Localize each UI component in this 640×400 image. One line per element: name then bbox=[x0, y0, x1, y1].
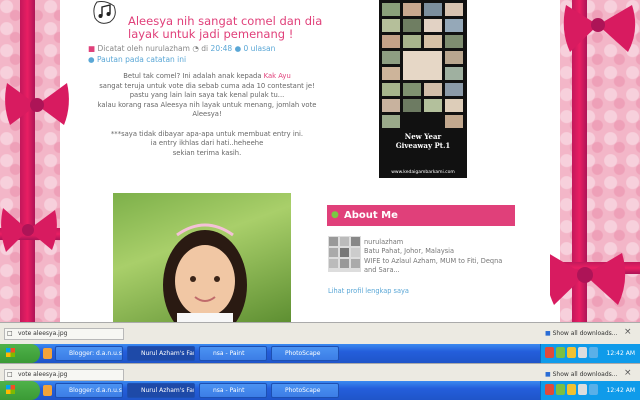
post-body: Betul tak comel? Ini adalah anak kepada … bbox=[88, 72, 326, 158]
taskbar-button-blogger[interactable]: Blogger: d.a.n.u.s.a.l. bbox=[55, 346, 123, 361]
bow-right-bottom-icon bbox=[546, 253, 626, 305]
download-item[interactable]: □ vote aleesya.jpg bbox=[4, 369, 124, 381]
author-icon: ■ bbox=[88, 44, 96, 53]
close-downloads-button[interactable]: × bbox=[624, 327, 632, 337]
post-body-line: Betul tak comel? Ini adalah anak kepada … bbox=[123, 72, 291, 80]
taskbar-button-photoscape[interactable]: PhotoScape bbox=[271, 383, 339, 398]
strawberry-icon: ● bbox=[331, 210, 339, 220]
post-photo-girl bbox=[113, 193, 291, 322]
clock[interactable]: 12:42 AM bbox=[607, 381, 635, 400]
taskbar-button-photoscape[interactable]: PhotoScape bbox=[271, 346, 339, 361]
permalink[interactable]: Pautan pada catatan ini bbox=[97, 55, 186, 64]
tray-icon[interactable] bbox=[556, 347, 565, 358]
windows-logo-icon bbox=[6, 385, 15, 394]
screenshot-root: Aleesya nih sangat comel dan dia layak u… bbox=[0, 0, 640, 400]
quick-launch-icon[interactable] bbox=[43, 385, 52, 396]
tray-icon[interactable] bbox=[545, 347, 554, 358]
downloads-icon: ■ bbox=[545, 371, 551, 378]
post-body-line: ia entry ikhlas dari hati..heheehe bbox=[150, 139, 264, 148]
quick-launch-icon[interactable] bbox=[43, 348, 52, 359]
taskbar-button-paint[interactable]: nsa - Paint bbox=[199, 346, 267, 361]
post-body-line: sekian terima kasih. bbox=[172, 148, 242, 157]
tray-icon[interactable] bbox=[567, 384, 576, 395]
taskbar-button-browser[interactable]: Nurul Azham's Family ... bbox=[127, 346, 195, 361]
windows-logo-icon bbox=[6, 348, 15, 357]
post-time-link[interactable]: 20:48 bbox=[211, 44, 233, 53]
link-icon: ● bbox=[88, 55, 95, 64]
tray-icon[interactable] bbox=[589, 347, 598, 358]
tray-icon[interactable] bbox=[578, 384, 587, 395]
file-icon: □ bbox=[7, 371, 13, 378]
view-full-profile-link[interactable]: Lihat profil lengkap saya bbox=[328, 287, 409, 295]
start-button[interactable]: start bbox=[0, 381, 40, 400]
profile-location: Batu Pahat, Johor, Malaysia bbox=[364, 247, 455, 256]
music-note-icon bbox=[93, 1, 116, 24]
profile-name: nurulazham bbox=[364, 238, 404, 246]
kak-ayu-link[interactable]: Kak Ayu bbox=[264, 72, 291, 80]
about-me-text: nurulazham Batu Pahat, Johor, Malaysia W… bbox=[364, 238, 524, 276]
post-body-line: pastu yang lain lain saya tak kenal pula… bbox=[129, 91, 285, 100]
about-me-heading: ● About Me bbox=[327, 205, 515, 226]
profile-photo[interactable] bbox=[328, 236, 361, 272]
post-body-line: ***saya tidak dibayar apa-apa untuk memb… bbox=[110, 129, 304, 138]
comments-link[interactable]: 0 ulasan bbox=[244, 44, 276, 53]
taskbar-duplicate: start Blogger: d.a.n.u.s.a.l. Nurul Azha… bbox=[0, 381, 640, 400]
post-author: Dicatat oleh nurulazham bbox=[97, 44, 190, 53]
download-item[interactable]: □ vote aleesya.jpg bbox=[4, 328, 124, 340]
post-at: di bbox=[201, 44, 209, 53]
start-button[interactable]: start bbox=[0, 344, 40, 377]
file-icon: □ bbox=[7, 330, 13, 337]
giveaway-banner[interactable] bbox=[379, 0, 467, 178]
clock[interactable]: 12:42 AM bbox=[607, 344, 635, 363]
tray-icon[interactable] bbox=[578, 347, 587, 358]
giveaway-url: www.kedaigambarkami.com bbox=[391, 170, 455, 175]
bow-left-top-icon bbox=[5, 83, 69, 125]
post-body-line: Aleesya! bbox=[192, 110, 222, 119]
system-tray: 12:42 AM bbox=[540, 381, 640, 400]
post-body-line: sangat teruja untuk vote dia sebab cuma … bbox=[99, 81, 315, 90]
post-body-line: kalau korang rasa Aleesya nih layak untu… bbox=[97, 100, 317, 109]
close-downloads-button[interactable]: × bbox=[624, 368, 632, 378]
comment-icon: ● bbox=[234, 44, 242, 53]
show-all-downloads-link[interactable]: ■ Show all downloads... bbox=[545, 370, 617, 380]
bow-left-bottom-icon bbox=[1, 208, 57, 252]
ribbon-left bbox=[20, 0, 35, 322]
show-all-downloads-link[interactable]: ■ Show all downloads... bbox=[545, 329, 617, 339]
taskbar: start Blogger: d.a.n.u.s.a.l. Nurul Azha… bbox=[0, 344, 640, 377]
post-meta: ■ Dicatat oleh nurulazham ◔ di 20:48 ● 0… bbox=[88, 43, 275, 65]
tray-icon[interactable] bbox=[545, 384, 554, 395]
post-title[interactable]: Aleesya nih sangat comel dan dia layak u… bbox=[128, 15, 328, 41]
taskbar-button-browser[interactable]: Nurul Azham's Family ... bbox=[127, 383, 195, 398]
taskbar-button-blogger[interactable]: Blogger: d.a.n.u.s.a.l. bbox=[55, 383, 123, 398]
downloads-icon: ■ bbox=[545, 330, 551, 337]
tray-icon[interactable] bbox=[589, 384, 598, 395]
clock-icon: ◔ bbox=[192, 44, 199, 53]
profile-desc: WIFE to Azlaul Azham, MUM to Fiti, Deqna bbox=[364, 256, 503, 265]
bow-right-top-icon bbox=[563, 5, 636, 52]
taskbar-button-paint[interactable]: nsa - Paint bbox=[199, 383, 267, 398]
downloads-bar: □ vote aleesya.jpg ■ Show all downloads.… bbox=[0, 322, 640, 344]
system-tray: 12:42 AM bbox=[540, 344, 640, 363]
tray-icon[interactable] bbox=[567, 347, 576, 358]
profile-desc: and Sara... bbox=[364, 266, 400, 275]
tray-icon[interactable] bbox=[556, 384, 565, 395]
giveaway-title: New Year Giveaway Pt.1 bbox=[395, 132, 451, 150]
